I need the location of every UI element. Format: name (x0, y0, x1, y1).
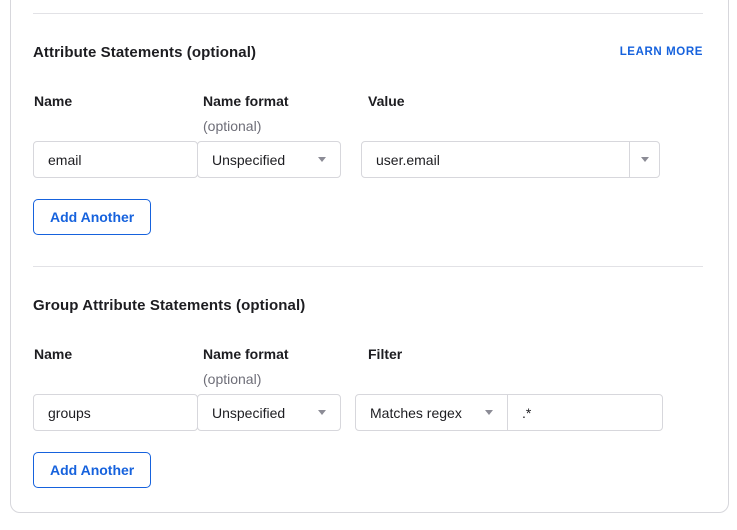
group-name-format-selected-value: Unspecified (212, 405, 285, 421)
value-field-group (361, 141, 660, 178)
group-attribute-statements-header: Group Attribute Statements (optional) (33, 296, 703, 314)
value-label: Value (362, 94, 405, 108)
chevron-down-icon (318, 157, 326, 162)
filter-label: Filter (356, 347, 402, 361)
name-format-select[interactable]: Unspecified (197, 141, 341, 178)
name-format-label: Name format (203, 347, 342, 361)
optional-hint: (optional) (203, 119, 342, 133)
section-divider (33, 13, 703, 14)
attribute-name-input[interactable] (33, 141, 198, 178)
attribute-value-input[interactable] (361, 141, 630, 178)
group-name-format-select[interactable]: Unspecified (197, 394, 341, 431)
name-label: Name (33, 94, 198, 108)
filter-type-select[interactable]: Matches regex (355, 394, 508, 431)
filter-value-input[interactable] (507, 394, 663, 431)
attribute-statements-labels: Name Name format (optional) Value (33, 94, 703, 133)
add-another-button[interactable]: Add Another (33, 452, 151, 488)
attribute-statements-header: Attribute Statements (optional) LEARN MO… (33, 43, 703, 61)
group-attribute-name-input[interactable] (33, 394, 198, 431)
name-format-label: Name format (203, 94, 342, 108)
group-attribute-statements-labels: Name Name format (optional) Filter (33, 347, 703, 386)
chevron-down-icon (318, 410, 326, 415)
name-format-label-group: Name format (optional) (198, 94, 342, 133)
name-format-selected-value: Unspecified (212, 152, 285, 168)
name-label: Name (33, 347, 198, 361)
learn-more-link[interactable]: LEARN MORE (620, 46, 703, 58)
section-title: Group Attribute Statements (optional) (33, 297, 305, 314)
name-format-label-group: Name format (optional) (198, 347, 342, 386)
section-title: Attribute Statements (optional) (33, 44, 256, 61)
chevron-down-icon (641, 157, 649, 162)
group-attribute-statement-row: Unspecified Matches regex (33, 394, 703, 431)
settings-card: Attribute Statements (optional) LEARN MO… (10, 0, 729, 513)
filter-type-selected-value: Matches regex (370, 405, 462, 421)
filter-field-group: Matches regex (355, 394, 663, 431)
section-divider (33, 266, 703, 267)
optional-hint: (optional) (203, 372, 342, 386)
attribute-statement-row: Unspecified (33, 141, 703, 178)
add-another-button[interactable]: Add Another (33, 199, 151, 235)
value-dropdown-button[interactable] (629, 141, 660, 178)
chevron-down-icon (485, 410, 493, 415)
